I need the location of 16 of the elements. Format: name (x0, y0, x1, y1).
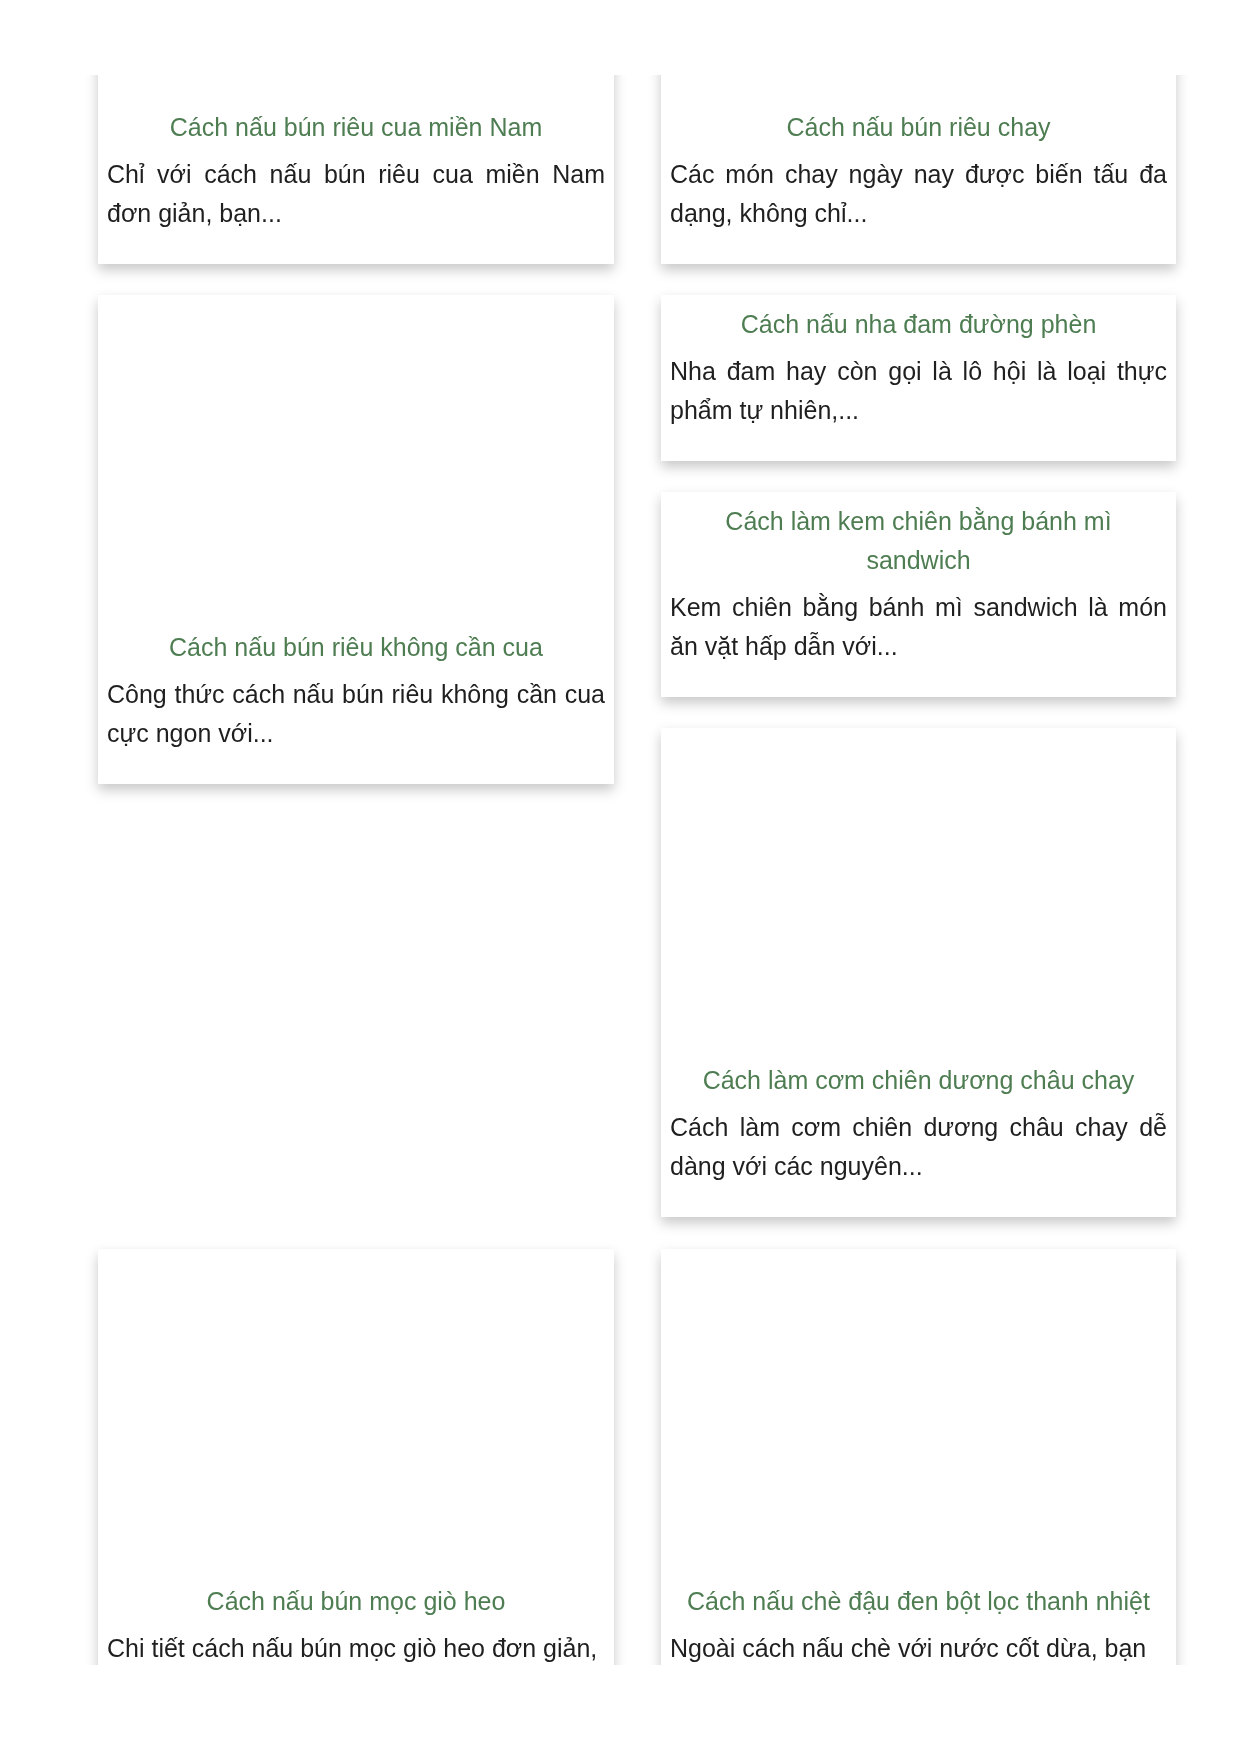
recipe-title-link[interactable]: Cách nấu bún riêu chay (670, 108, 1167, 147)
recipe-excerpt: Kem chiên bằng bánh mì sandwich là món ăn vặt hấp dẫn với... (670, 592, 1167, 662)
recipe-excerpt: Công thức cách nấu bún riêu không cần cua cực ngon với... (107, 679, 605, 749)
recipe-title-link[interactable]: Cách làm cơm chiên dương châu chay (670, 1061, 1167, 1100)
recipe-title-link[interactable]: Cách nấu nha đam đường phèn (670, 305, 1167, 344)
recipe-excerpt: Chi tiết cách nấu bún mọc giò heo đơn giản, (107, 1633, 599, 1664)
recipe-excerpt: Các món chay ngày nay được biến tấu đa dạng, không chỉ... (670, 159, 1167, 229)
recipe-excerpt: Nha đam hay còn gọi là lô hội là loại thực phẩm tự nhiên,... (670, 356, 1167, 426)
recipe-title-link[interactable]: Cách nấu bún riêu không cần cua (107, 628, 605, 667)
recipe-title-link[interactable]: Cách làm kem chiên bằng bánh mì sandwich (670, 502, 1167, 580)
recipe-excerpt: Ngoài cách nấu chè với nước cốt dừa, bạn (670, 1633, 1148, 1664)
recipe-title-link[interactable]: Cách nấu bún riêu cua miền Nam (107, 108, 605, 147)
recipe-title-link[interactable]: Cách nấu chè đậu đen bột lọc thanh nhiệt (670, 1582, 1167, 1621)
recipe-excerpt: Cách làm cơm chiên dương châu chay dễ dàng với các nguyên... (670, 1112, 1167, 1182)
recipe-title-link[interactable]: Cách nấu bún mọc giò heo (107, 1582, 605, 1621)
recipe-excerpt: Chỉ với cách nấu bún riêu cua miền Nam đơn giản, bạn... (107, 159, 605, 229)
